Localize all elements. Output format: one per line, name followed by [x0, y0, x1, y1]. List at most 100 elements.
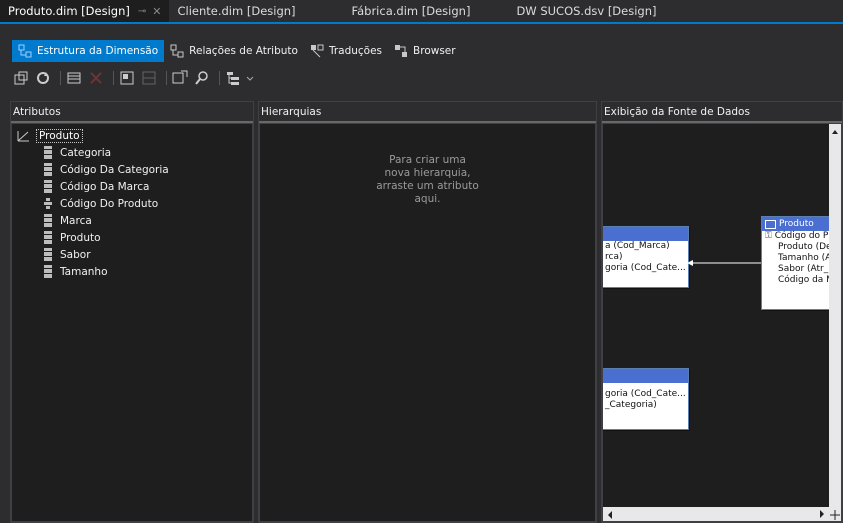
data-source-view-panel: Exibição da Fonte de Dados a (Cod_Marca)… — [601, 101, 843, 523]
tab-traducoes[interactable]: Traduções — [304, 40, 388, 62]
tab-label: Estrutura da Dimensão — [37, 45, 159, 57]
close-icon[interactable]: ✕ — [152, 5, 161, 18]
attribute-icon — [44, 180, 52, 193]
new-named-query-icon[interactable] — [118, 69, 136, 87]
table-column: rca) — [605, 252, 623, 262]
attribute-label: Categoria — [60, 146, 112, 159]
key-attribute-icon — [44, 197, 52, 210]
attribute-item[interactable]: Código Do Produto — [16, 195, 252, 212]
layout-icon[interactable] — [224, 69, 242, 87]
dsv-horizontal-scrollbar[interactable] — [603, 507, 829, 521]
dimension-icon — [16, 129, 32, 143]
hierarchies-panel: Hierarquias Para criar uma nova hierarqu… — [258, 101, 597, 523]
message-line: aqui. — [414, 193, 441, 205]
scroll-right-icon[interactable] — [815, 507, 829, 521]
tree-root-produto[interactable]: Produto — [16, 128, 252, 144]
scroll-left-icon[interactable] — [603, 508, 617, 522]
tab-browser[interactable]: Browser — [388, 40, 462, 62]
hierarchies-empty-message: Para criar uma nova hierarquia, arraste … — [260, 154, 595, 206]
dsv-table-marca[interactable]: a (Cod_Marca) rca) goria (Cod_Cate... — [603, 226, 689, 288]
doc-tab-label: DW SUCOS.dsv [Design] — [516, 4, 657, 18]
attributes-panel-header: Atributos — [11, 102, 253, 123]
toolbar-separator — [113, 71, 114, 85]
message-line: arraste um atributo — [376, 180, 479, 192]
toolbar-separator — [219, 71, 220, 85]
attribute-label: Código Da Marca — [60, 180, 150, 193]
panel-title: Hierarquias — [261, 105, 322, 118]
table-header — [603, 369, 688, 383]
dsv-canvas[interactable]: a (Cod_Marca) rca) goria (Cod_Cate... Pr… — [602, 123, 842, 522]
translations-icon — [310, 44, 324, 58]
doc-tab-produto-dim[interactable]: Produto.dim [Design] ⊸ ✕ — [0, 0, 170, 22]
pin-icon[interactable]: ⊸ — [138, 6, 146, 17]
dimension-structure-icon — [18, 44, 32, 58]
doc-tab-label: Fábrica.dim [Design] — [351, 4, 471, 18]
attribute-icon — [44, 231, 52, 244]
attribute-label: Código Da Categoria — [60, 163, 169, 176]
attribute-item[interactable]: Marca — [16, 212, 252, 229]
attribute-icon — [44, 214, 52, 227]
scroll-up-icon[interactable] — [829, 125, 841, 139]
dsv-table-categoria[interactable]: goria (Cod_Cate... _Categoria) — [603, 368, 689, 430]
message-line: Para criar uma — [389, 154, 466, 166]
dsv-panel-header: Exibição da Fonte de Dados — [602, 102, 842, 123]
hierarchies-drop-area[interactable]: Para criar uma nova hierarquia, arraste … — [259, 123, 596, 522]
tab-label: Browser — [413, 45, 456, 57]
attribute-icon — [44, 146, 52, 159]
navigator-grip-icon[interactable] — [829, 507, 841, 521]
attribute-list: Categoria Código Da Categoria Código Da Ma… — [16, 144, 252, 280]
chevron-down-icon[interactable] — [246, 69, 254, 87]
doc-tab-cliente-dim[interactable]: Cliente.dim [Design] — [169, 0, 303, 22]
table-column: goria (Cod_Cate... — [605, 263, 686, 273]
table-icon — [765, 219, 776, 229]
browser-icon — [394, 44, 408, 58]
attribute-item[interactable]: Produto — [16, 229, 252, 246]
attribute-label: Tamanho — [60, 265, 108, 278]
tab-label: Relações de Atributo — [189, 45, 298, 57]
find-icon[interactable] — [193, 69, 211, 87]
attribute-relations-icon — [170, 44, 184, 58]
explore-data-icon[interactable] — [171, 69, 189, 87]
document-tab-strip: Produto.dim [Design] ⊸ ✕ Cliente.dim [De… — [0, 0, 843, 22]
replace-table-icon[interactable] — [140, 69, 158, 87]
designer-toolbar — [0, 66, 843, 90]
table-column: goria (Cod_Cate... — [605, 389, 686, 399]
panel-title: Atributos — [13, 105, 61, 118]
tab-label: Traduções — [328, 45, 383, 57]
attribute-item[interactable]: Tamanho — [16, 263, 252, 280]
attribute-label: Código Do Produto — [60, 197, 159, 210]
attribute-icon — [44, 163, 52, 176]
attribute-label: Produto — [60, 231, 101, 244]
table-column-label: Código do P — [774, 231, 829, 241]
tab-strip-underline — [0, 22, 843, 24]
attributes-tree: Produto Categoria Código Da Categoria Códi… — [12, 124, 252, 280]
attributes-tree-area[interactable]: Produto Categoria Código Da Categoria Códi… — [11, 123, 253, 522]
attribute-item[interactable]: Sabor — [16, 246, 252, 263]
doc-tab-fabrica-dim[interactable]: Fábrica.dim [Design] — [344, 0, 479, 22]
tab-estrutura-dimensao[interactable]: Estrutura da Dimensão — [12, 40, 165, 62]
show-table-icon[interactable] — [65, 69, 83, 87]
attribute-label: Marca — [60, 214, 92, 227]
attribute-icon — [44, 265, 52, 278]
attributes-panel: Atributos Produto Categoria Código Da Cat… — [10, 101, 254, 523]
doc-tab-label: Cliente.dim [Design] — [177, 4, 296, 18]
tab-relacoes-atributo[interactable]: Relações de Atributo — [164, 40, 304, 62]
doc-tab-dw-sucos-dsv[interactable]: DW SUCOS.dsv [Design] — [508, 0, 664, 22]
panel-title: Exibição da Fonte de Dados — [604, 105, 750, 118]
attribute-item[interactable]: Código Da Marca — [16, 178, 252, 195]
attribute-icon — [44, 248, 52, 261]
refresh-icon[interactable] — [34, 69, 52, 87]
attribute-item[interactable]: Código Da Categoria — [16, 161, 252, 178]
relationship-arrow-icon[interactable] — [687, 258, 761, 268]
attribute-label: Sabor — [60, 248, 91, 261]
add-cube-dimension-icon[interactable] — [12, 69, 30, 87]
table-header — [603, 227, 688, 241]
table-column: _Categoria) — [605, 400, 657, 410]
delete-icon[interactable] — [87, 69, 105, 87]
doc-tab-label: Produto.dim [Design] — [8, 4, 130, 18]
attribute-item[interactable]: Categoria — [16, 144, 252, 161]
message-line: nova hierarquia, — [384, 167, 471, 179]
dsv-vertical-scrollbar[interactable] — [829, 124, 841, 507]
key-icon: ⚿ — [765, 231, 772, 241]
toolbar-separator — [166, 71, 167, 85]
